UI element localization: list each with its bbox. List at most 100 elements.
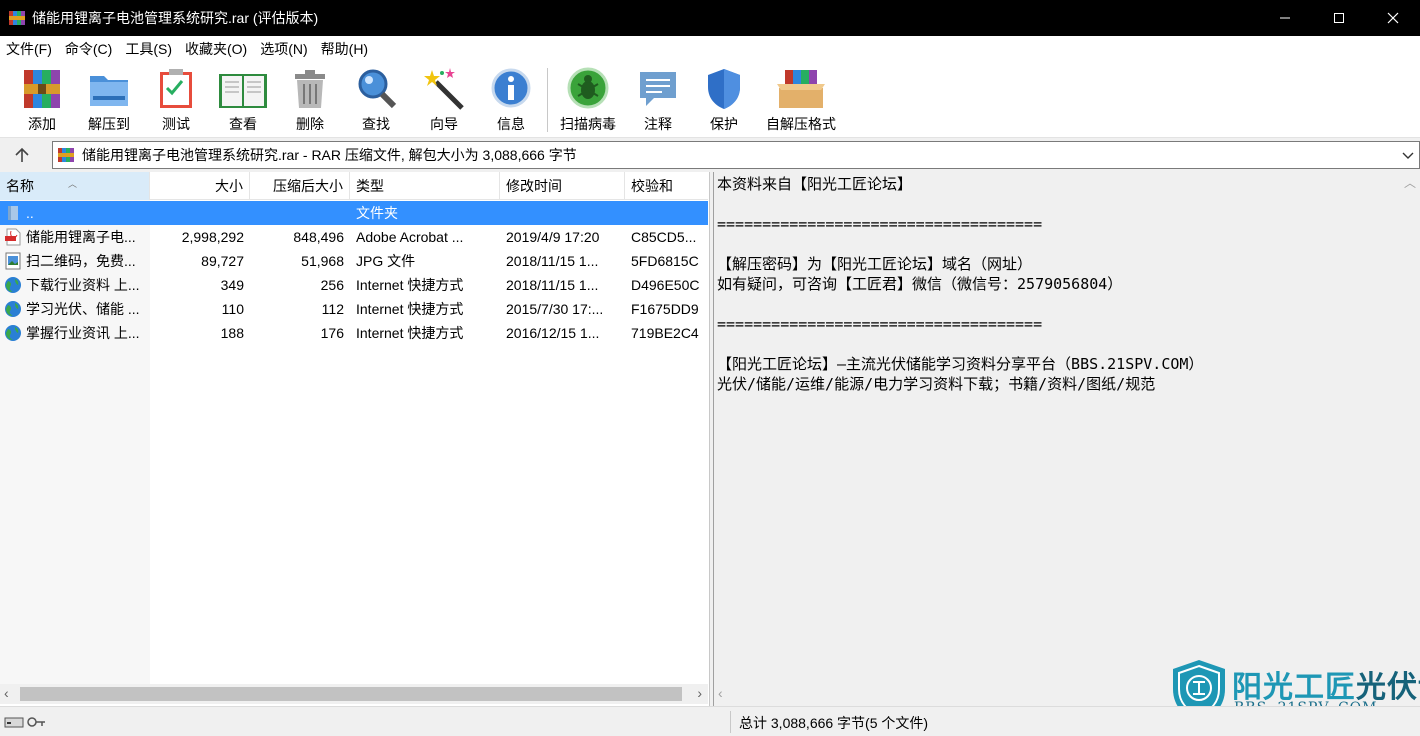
test-button[interactable]: 测试 [154,66,198,134]
column-header-name[interactable]: ︿ 名称 [0,172,150,200]
archive-comment-pane[interactable]: 本资料来自【阳光工匠论坛】 ==========================… [713,172,1420,706]
menu-tools[interactable]: 工具(S) [119,39,179,59]
file-modified [506,201,622,225]
menu-options[interactable]: 选项(N) [254,39,314,59]
file-list-pane: ︿ 名称 大小 压缩后大小 类型 修改时间 校验和 .. 文件夹 储能用锂离子电… [0,172,710,706]
wizard-wand-icon [422,66,466,112]
maximize-button[interactable] [1312,0,1366,36]
folder-up-icon [4,204,22,222]
file-modified: 2018/11/15 1... [506,253,599,269]
comment-line [717,334,1203,354]
menu-command[interactable]: 命令(C) [59,39,119,59]
column-header-crc[interactable]: 校验和 [625,172,708,200]
info-label: 信息 [497,116,525,132]
close-button[interactable] [1366,0,1420,36]
sort-ascending-icon: ︿ [68,179,78,189]
file-packed-size [250,201,344,225]
comment-vertical-scrollbar[interactable]: ︿ [1400,172,1420,684]
menu-favorites[interactable]: 收藏夹(O) [179,39,254,59]
info-icon [489,66,533,112]
add-label: 添加 [28,116,56,132]
view-label: 查看 [229,116,257,132]
file-size: 188 [220,325,244,341]
file-size [150,201,244,225]
add-button[interactable]: 添加 [20,66,64,134]
chevron-down-icon[interactable] [1401,148,1415,165]
info-button[interactable]: 信息 [489,66,533,134]
find-button[interactable]: 查找 [354,66,398,134]
comment-label: 注释 [644,116,672,132]
toolbar-separator [547,68,548,132]
table-row[interactable]: 扫二维码，免费... 89,727 51,968 JPG 文件 2018/11/… [0,249,708,273]
comment-line [717,234,1203,254]
column-header-modified[interactable]: 修改时间 [500,172,625,200]
add-archive-icon [20,66,64,112]
comment-line: 【阳光工匠论坛】—主流光伏储能学习资料分享平台（BBS.21SPV.COM） [717,355,1204,373]
virus-scan-button[interactable]: 扫描病毒 [558,66,618,134]
comment-line: 本资料来自【阳光工匠论坛】 [717,175,913,193]
up-one-level-button[interactable] [8,144,36,166]
drive-key-icon[interactable] [4,715,46,729]
table-row[interactable]: 储能用锂离子电... 2,998,292 848,496 Adobe Acrob… [0,225,708,249]
title-bar: 储能用锂离子电池管理系统研究.rar (评估版本) [0,0,1420,36]
protect-button[interactable]: 保护 [702,66,746,134]
column-header-type[interactable]: 类型 [350,172,500,200]
file-packed-size: 256 [320,277,344,293]
winrar-app-icon[interactable] [8,9,26,27]
file-crc: 5FD6815C [631,253,699,269]
delete-button[interactable]: 删除 [288,66,332,134]
file-name: 学习光伏、储能 ... [26,301,140,317]
column-header-size[interactable]: 大小 [150,172,250,200]
toolbar: 添加 解压到 测试 查看 删除 查找 向导 信息 扫描病毒 注释 保护 自解压格… [0,62,1420,138]
file-name: 掌握行业资讯 上... [26,325,140,341]
file-size: 349 [220,277,244,293]
table-row[interactable]: 掌握行业资讯 上... 188 176 Internet 快捷方式 2016/1… [0,321,708,345]
trash-icon [288,66,332,112]
menu-help[interactable]: 帮助(H) [315,39,375,59]
file-packed-size: 848,496 [293,229,344,245]
address-row: 储能用锂离子电池管理系统研究.rar - RAR 压缩文件, 解包大小为 3,0… [0,139,1420,171]
archive-path-field[interactable]: 储能用锂离子电池管理系统研究.rar - RAR 压缩文件, 解包大小为 3,0… [52,141,1420,169]
table-row[interactable]: .. 文件夹 [0,201,708,225]
file-packed-size: 176 [320,325,344,341]
wizard-button[interactable]: 向导 [422,66,466,134]
scroll-up-icon[interactable]: ︿ [1404,174,1416,191]
table-row[interactable]: 学习光伏、储能 ... 110 112 Internet 快捷方式 2015/7… [0,297,708,321]
file-type: Internet 快捷方式 [356,325,464,341]
scroll-right-icon[interactable]: › [697,685,702,701]
scroll-left-icon[interactable]: ‹ [718,685,723,701]
file-list-horizontal-scrollbar[interactable]: ‹ › [0,684,708,704]
minimize-button[interactable] [1258,0,1312,36]
table-row[interactable]: 下载行业资料 上... 349 256 Internet 快捷方式 2018/1… [0,273,708,297]
sfx-button[interactable]: 自解压格式 [762,66,840,134]
delete-label: 删除 [296,116,324,132]
rar-archive-icon [57,146,75,164]
extract-to-label: 解压到 [88,116,130,132]
file-crc: C85CD5... [631,229,697,245]
comment-line: ==================================== [717,215,1043,233]
column-header: ︿ 名称 大小 压缩后大小 类型 修改时间 校验和 [0,172,708,200]
comment-line: 如有疑问，可咨询【工匠君】微信（微信号：2579056804） [717,275,1123,293]
view-book-icon [216,66,270,112]
scrollbar-thumb[interactable] [20,687,682,701]
maximize-icon [1334,13,1344,23]
protect-label: 保护 [710,116,738,132]
globe-icon [4,324,22,342]
file-modified: 2015/7/30 17:... [506,301,604,317]
file-name: 扫二维码，免费... [26,253,136,269]
column-header-packed[interactable]: 压缩后大小 [250,172,350,200]
file-modified: 2018/11/15 1... [506,277,599,293]
menu-file[interactable]: 文件(F) [0,39,59,59]
comment-button[interactable]: 注释 [636,66,680,134]
file-type: Internet 快捷方式 [356,277,464,293]
menu-bar: 文件(F) 命令(C) 工具(S) 收藏夹(O) 选项(N) 帮助(H) [0,36,1420,62]
scroll-left-icon[interactable]: ‹ [4,685,9,701]
file-packed-size: 112 [321,301,344,317]
file-modified: 2019/4/9 17:20 [506,229,600,245]
file-name: .. [26,205,34,221]
extract-to-icon [87,66,131,112]
view-button[interactable]: 查看 [216,66,270,134]
virus-scan-icon [566,66,610,112]
file-size: 110 [221,301,244,317]
extract-to-button[interactable]: 解压到 [84,66,134,134]
